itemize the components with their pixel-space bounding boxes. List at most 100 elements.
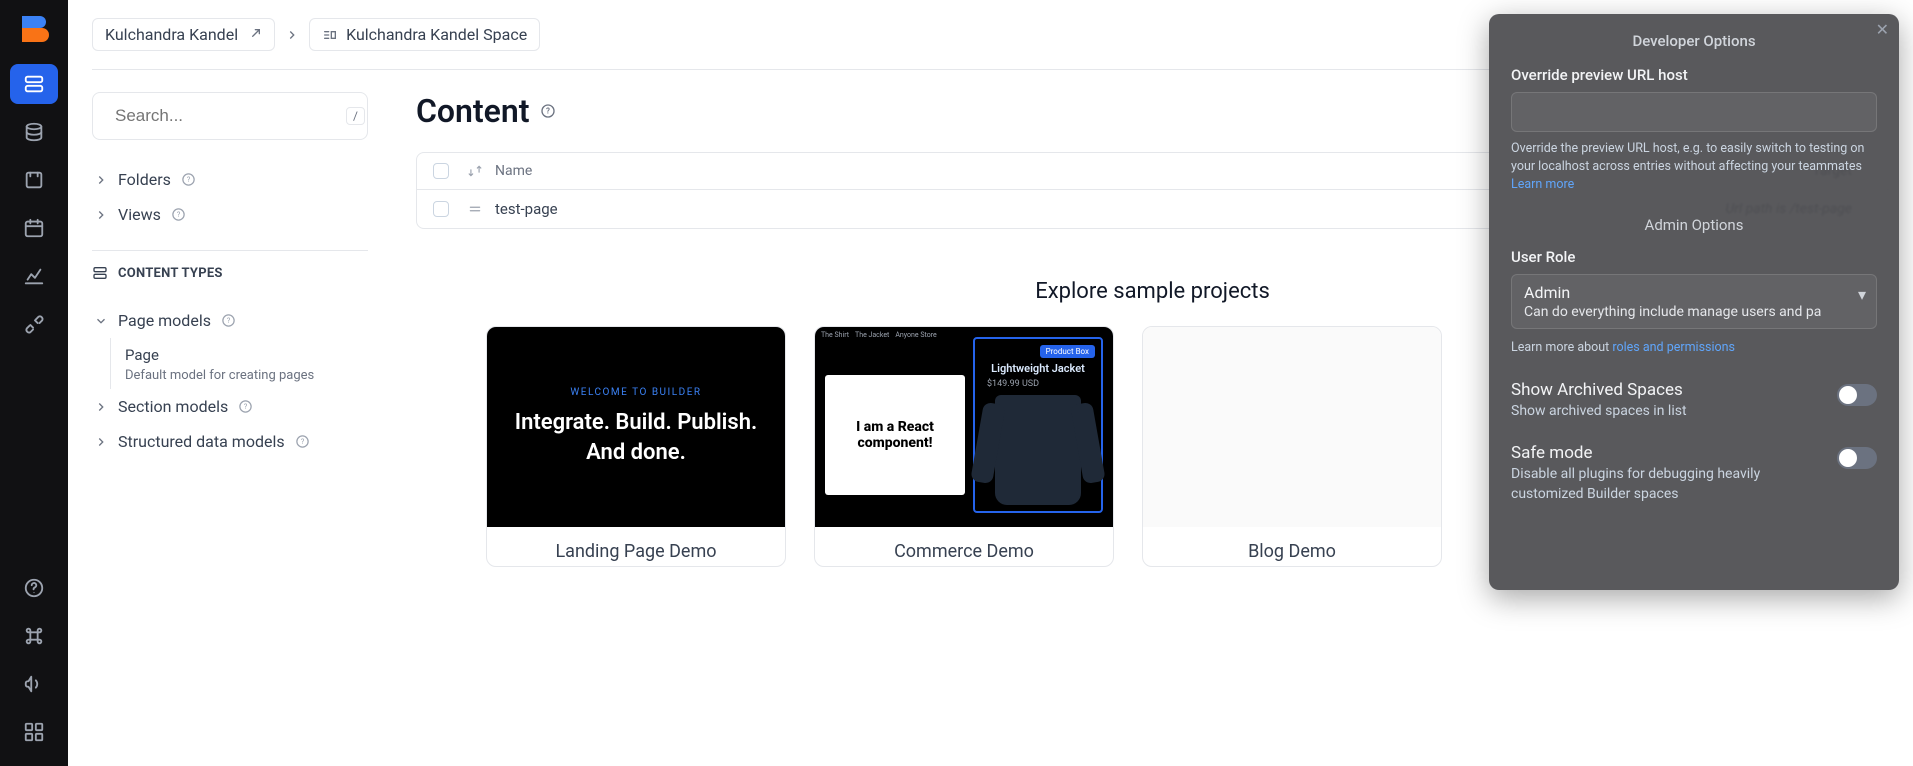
svg-text:?: ?	[546, 107, 550, 116]
sidebar-views-label: Views	[118, 205, 161, 224]
content-types-icon	[92, 265, 108, 281]
model-page-desc: Default model for creating pages	[125, 368, 358, 383]
sidebar-views[interactable]: Views ?	[92, 197, 368, 232]
archived-desc: Show archived spaces in list	[1511, 402, 1687, 422]
nav-help-icon[interactable]	[10, 568, 58, 608]
roles-learn: Learn more about roles and permissions	[1511, 339, 1877, 357]
card-product-name: Lightweight Jacket	[991, 362, 1085, 375]
sidebar-page-models[interactable]: Page models ?	[92, 303, 368, 338]
card-head: Integrate. Build. Publish. And done.	[497, 408, 775, 467]
breadcrumb-space[interactable]: Kulchandra Kandel Space	[309, 18, 540, 51]
svg-text:?: ?	[177, 210, 181, 219]
breadcrumb-org-label: Kulchandra Kandel	[105, 25, 238, 44]
nav-shortcuts-icon[interactable]	[10, 616, 58, 656]
dev-options-panel: ✕ Developer Options Override preview URL…	[1489, 14, 1899, 590]
sidebar-section-models-label: Section models	[118, 397, 228, 416]
override-help: Override the preview URL host, e.g. to e…	[1511, 140, 1877, 194]
sidebar-page-models-label: Page models	[118, 311, 211, 330]
sidebar-data-models[interactable]: Structured data models ?	[92, 424, 368, 459]
checkbox-all[interactable]	[433, 163, 449, 179]
safe-toggle[interactable]	[1837, 447, 1877, 469]
col-name[interactable]: Name	[489, 163, 1492, 179]
help-icon: ?	[181, 172, 196, 187]
card-top-nav: The ShirtThe JacketAnyone Store	[821, 331, 1107, 339]
sort-icon[interactable]	[461, 164, 489, 178]
user-role-select[interactable]: Admin Can do everything include manage u…	[1511, 274, 1877, 329]
chevron-right-icon	[94, 173, 108, 187]
help-icon: ?	[221, 313, 236, 328]
help-icon: ?	[238, 399, 253, 414]
svg-text:?: ?	[227, 316, 231, 325]
card-preview: WELCOME TO BUILDER Integrate. Build. Pub…	[487, 327, 785, 527]
search-kbd: /	[346, 107, 365, 125]
external-link-icon	[246, 27, 262, 43]
chevron-right-icon	[94, 400, 108, 414]
checkbox-row[interactable]	[433, 201, 449, 217]
admin-label: Admin Options	[1511, 216, 1877, 234]
learn-more-link[interactable]: Learn more	[1511, 177, 1574, 192]
card-sub: WELCOME TO BUILDER	[497, 387, 775, 398]
left-column: / Folders ? Views ? CONTENT TYPES	[92, 70, 392, 766]
card-preview: The ShirtThe JacketAnyone Store I am a R…	[815, 327, 1113, 527]
help-icon: ?	[171, 207, 186, 222]
card-landing-page[interactable]: WELCOME TO BUILDER Integrate. Build. Pub…	[486, 326, 786, 567]
nav-content-icon[interactable]	[10, 64, 58, 104]
nav-insights-icon[interactable]	[10, 256, 58, 296]
override-input[interactable]	[1511, 92, 1877, 132]
help-icon[interactable]: ?	[540, 103, 556, 119]
safe-toggle-row: Safe mode Disable all plugins for debugg…	[1511, 443, 1877, 504]
svg-text:?: ?	[187, 175, 191, 184]
builder-logo[interactable]	[16, 10, 52, 46]
nav-plugins-icon[interactable]	[10, 304, 58, 344]
sidebar-data-models-label: Structured data models	[118, 432, 285, 451]
drag-handle-icon[interactable]	[461, 202, 489, 216]
nav-announce-icon[interactable]	[10, 664, 58, 704]
close-icon[interactable]: ✕	[1876, 20, 1889, 39]
user-role-label: User Role	[1511, 248, 1877, 266]
nav-data-icon[interactable]	[10, 112, 58, 152]
help-icon: ?	[295, 434, 310, 449]
sidebar-section-models[interactable]: Section models ?	[92, 389, 368, 424]
card-product-box: Product Box Lightweight Jacket $149.99 U…	[973, 337, 1103, 513]
jacket-icon	[995, 395, 1081, 505]
card-product-price: $149.99 USD	[987, 379, 1039, 389]
card-title: Commerce Demo	[815, 527, 1113, 566]
override-label: Override preview URL host	[1511, 66, 1877, 84]
archived-title: Show Archived Spaces	[1511, 380, 1687, 400]
safe-desc: Disable all plugins for debugging heavil…	[1511, 465, 1825, 504]
nav-apps-icon[interactable]	[10, 712, 58, 752]
nav-assets-icon[interactable]	[10, 160, 58, 200]
breadcrumb-space-label: Kulchandra Kandel Space	[346, 25, 527, 44]
role-desc: Can do everything include manage users a…	[1524, 304, 1864, 320]
card-commerce[interactable]: The ShirtThe JacketAnyone Store I am a R…	[814, 326, 1114, 567]
nav-rail	[0, 0, 68, 766]
card-title: Landing Page Demo	[487, 527, 785, 566]
chevron-right-icon	[94, 208, 108, 222]
role-value: Admin	[1524, 283, 1864, 302]
space-icon	[322, 27, 338, 43]
roles-link[interactable]: roles and permissions	[1612, 340, 1735, 355]
safe-title: Safe mode	[1511, 443, 1825, 463]
archived-toggle[interactable]	[1837, 384, 1877, 406]
svg-text:?: ?	[300, 437, 304, 446]
nav-calendar-icon[interactable]	[10, 208, 58, 248]
card-react-block: I am a React component!	[825, 375, 965, 495]
card-preview	[1143, 327, 1441, 527]
breadcrumb-sep-icon	[285, 28, 299, 42]
breadcrumb-org[interactable]: Kulchandra Kandel	[92, 18, 275, 51]
chevron-right-icon	[94, 435, 108, 449]
sidebar-folders-label: Folders	[118, 170, 171, 189]
model-page[interactable]: Page Default model for creating pages	[110, 338, 368, 389]
row-name: test-page	[489, 200, 1492, 218]
content-types-label: CONTENT TYPES	[92, 265, 368, 281]
search-input[interactable]	[115, 106, 336, 126]
card-blog[interactable]: Blog Demo	[1142, 326, 1442, 567]
card-badge: Product Box	[1040, 345, 1095, 358]
archived-toggle-row: Show Archived Spaces Show archived space…	[1511, 380, 1877, 422]
card-title: Blog Demo	[1143, 527, 1441, 566]
search-input-wrap[interactable]: /	[92, 92, 368, 140]
sidebar-folders[interactable]: Folders ?	[92, 162, 368, 197]
model-page-name: Page	[125, 346, 358, 364]
svg-text:?: ?	[244, 402, 248, 411]
chevron-down-icon: ▾	[1858, 285, 1866, 304]
